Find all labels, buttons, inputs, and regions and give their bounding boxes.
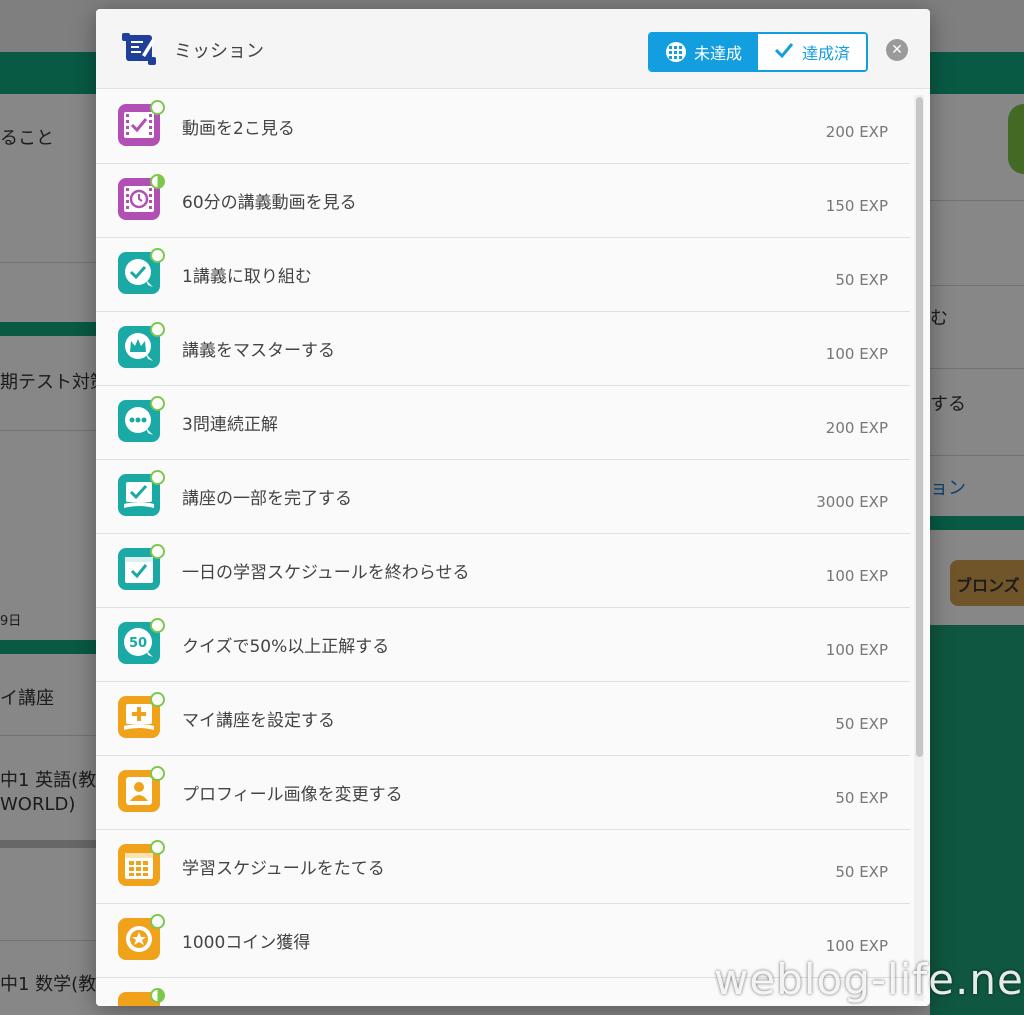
bg-text: 期テスト対策 <box>0 372 108 393</box>
mission-scroll-icon <box>120 29 158 67</box>
divider <box>930 455 1024 456</box>
mission-row[interactable]: プロフィール画像を変更する 50 EXP <box>96 756 910 830</box>
divider <box>0 940 100 941</box>
bg-text: 9日 <box>0 614 22 629</box>
mission-row[interactable]: 60分の講義動画を見る 150 EXP <box>96 164 910 238</box>
bg-text[interactable]: WORLD) <box>0 794 75 815</box>
divider <box>0 430 100 431</box>
progress-indicator <box>150 248 165 263</box>
mission-exp: 50 EXP <box>835 789 888 807</box>
progress-indicator <box>150 914 165 929</box>
mission-exp: 50 EXP <box>835 863 888 881</box>
mission-label: クイズで50%以上正解する <box>182 637 390 657</box>
mission-label: 1000コイン獲得 <box>182 933 311 953</box>
mission-row[interactable]: 講座の一部を完了する 3000 EXP <box>96 460 910 534</box>
green-bar <box>0 640 100 654</box>
divider <box>0 262 100 263</box>
mission-exp: 3000 EXP <box>816 493 888 511</box>
progress-indicator <box>150 322 165 337</box>
mission-exp: 150 EXP <box>825 197 888 215</box>
bg-text: する <box>930 394 966 415</box>
mission-label: 講義をマスターする <box>182 341 335 361</box>
mission-label: プロフィール画像を変更する <box>182 785 403 805</box>
progress-indicator <box>150 544 165 559</box>
mission-label: 一日の学習スケジュールを終わらせる <box>182 563 470 583</box>
mission-label: 動画を2こ見る <box>182 119 295 139</box>
mission-label: 60分の講義動画を見る <box>182 193 357 213</box>
divider <box>0 735 100 736</box>
tab-complete-label: 達成済 <box>801 44 850 63</box>
status-toggle: 未達成 達成済 <box>648 32 868 72</box>
grey-bar <box>0 840 100 848</box>
divider <box>930 368 1024 369</box>
bg-text: む <box>930 308 948 329</box>
progress-indicator <box>150 100 165 115</box>
mission-exp: 100 EXP <box>825 937 888 955</box>
mission-row[interactable]: 50 クイズで50%以上正解する 100 EXP <box>96 608 910 682</box>
progress-indicator <box>150 470 165 485</box>
mission-exp: 100 EXP <box>825 641 888 659</box>
progress-indicator <box>150 988 165 1003</box>
bg-text[interactable]: 中1 英語(教 <box>0 766 96 792</box>
close-icon[interactable]: ✕ <box>886 39 908 61</box>
tab-complete[interactable]: 達成済 <box>758 34 866 70</box>
mission-row[interactable]: 動画を2こ見る 200 EXP <box>96 90 910 164</box>
green-bar <box>930 516 1024 530</box>
divider <box>930 200 1024 201</box>
mission-exp: 200 EXP <box>825 419 888 437</box>
bg-text[interactable]: 中1 数学(教 <box>0 970 96 996</box>
mission-label: 講座の一部を完了する <box>182 489 352 509</box>
progress-indicator <box>150 840 165 855</box>
modal-title: ミッション <box>174 41 264 62</box>
scroll-thumb[interactable] <box>916 97 923 757</box>
mission-exp: 200 EXP <box>825 123 888 141</box>
bg-link[interactable]: ョン <box>930 474 966 500</box>
tab-incomplete-label: 未達成 <box>693 44 742 63</box>
mission-label: マイ講座を設定する <box>182 711 335 731</box>
mission-row[interactable]: 3問連続正解 200 EXP <box>96 386 910 460</box>
mission-label: 1講義に取り組む <box>182 267 312 287</box>
bg-text[interactable]: イ講座 <box>0 684 54 710</box>
bronze-badge: ブロンズ <box>950 560 1024 606</box>
mission-label: 学習スケジュールをたてる <box>182 859 385 879</box>
check-icon <box>774 42 794 62</box>
mission-label: 3問連続正解 <box>182 415 278 435</box>
mission-exp: 50 EXP <box>835 271 888 289</box>
mission-exp: 100 EXP <box>825 567 888 585</box>
mission-modal: ミッション 未達成 達成済 ✕ 動画を2こ見る 200 EXP 60分の講義動画… <box>96 9 930 1006</box>
tab-incomplete[interactable]: 未達成 <box>650 34 758 70</box>
mission-row[interactable]: 学習スケジュールをたてる 50 EXP <box>96 830 910 904</box>
mission-row[interactable]: 講義をマスターする 100 EXP <box>96 312 910 386</box>
grid-icon <box>665 42 686 62</box>
modal-header: ミッション 未達成 達成済 ✕ <box>96 9 930 89</box>
scrollbar[interactable] <box>914 95 924 1001</box>
progress-indicator <box>150 618 165 633</box>
watermark-text: weblog-life.net <box>714 955 1024 1004</box>
progress-indicator <box>150 174 165 189</box>
mission-exp: 100 EXP <box>825 345 888 363</box>
bg-text: ること <box>0 128 54 149</box>
mission-row[interactable]: 1講義に取り組む 50 EXP <box>96 238 910 312</box>
mission-row[interactable]: 一日の学習スケジュールを終わらせる 100 EXP <box>96 534 910 608</box>
progress-indicator <box>150 766 165 781</box>
mission-exp: 50 EXP <box>835 715 888 733</box>
progress-indicator <box>150 692 165 707</box>
fifty-icon-text: 50 <box>129 636 147 651</box>
green-bar <box>0 322 100 336</box>
progress-indicator <box>150 396 165 411</box>
mission-list: 動画を2こ見る 200 EXP 60分の講義動画を見る 150 EXP 1講義に… <box>96 90 910 1006</box>
divider <box>930 285 1024 286</box>
badge-icon <box>1008 104 1024 174</box>
mission-row[interactable]: マイ講座を設定する 50 EXP <box>96 682 910 756</box>
